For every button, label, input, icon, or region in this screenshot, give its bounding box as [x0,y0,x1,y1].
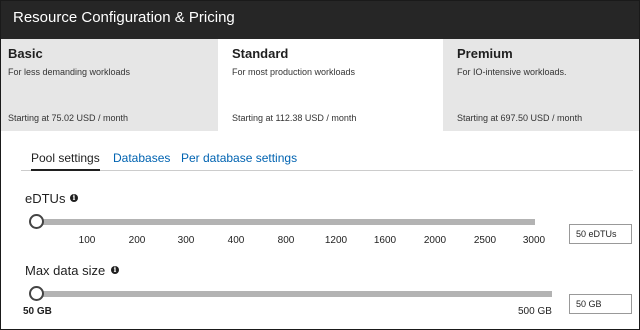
tier-name: Standard [232,46,289,61]
max-data-size-label: Max data size [25,263,106,278]
edtu-tick-label: 300 [177,235,195,246]
max-data-size-slider-thumb[interactable] [29,286,44,301]
info-icon[interactable]: i [70,194,78,202]
edtu-tick-label: 2000 [423,235,447,246]
tier-card-standard[interactable]: Standard For most production workloads S… [218,39,443,131]
tab-per-database-settings[interactable]: Per database settings [181,151,297,171]
edtu-tick-label: 2500 [473,235,497,246]
title-bar: Resource Configuration & Pricing [1,1,639,39]
edtu-tick-label: 3000 [522,235,546,246]
edtu-tick-label: 200 [128,235,146,246]
edtu-tick-label: 100 [78,235,96,246]
max-data-size-value-input[interactable]: 50 GB [569,294,632,314]
edtu-tick-label: 800 [277,235,295,246]
tier-description: For most production workloads [232,67,356,77]
edtu-value-input[interactable]: 50 eDTUs [569,224,632,244]
max-data-size-max-label: 500 GB [518,306,552,317]
tier-card-basic[interactable]: Basic For less demanding workloads Start… [1,39,218,131]
tier-price: Starting at 112.38 USD / month [232,113,357,123]
edtu-tick-label: 1600 [373,235,397,246]
edtu-tick-label: 400 [227,235,245,246]
tab-databases[interactable]: Databases [113,151,170,171]
edtu-slider-thumb[interactable] [29,214,44,229]
tier-description: For IO-intensive workloads. [457,67,567,77]
info-icon[interactable]: i [111,266,119,274]
tier-price: Starting at 697.50 USD / month [457,113,583,123]
edtu-label: eDTUs [25,191,66,206]
max-data-size-min-label: 50 GB [23,306,52,317]
tier-name: Basic [8,46,43,61]
tier-price: Starting at 75.02 USD / month [8,113,129,123]
settings-tabs: Pool settings Databases Per database set… [21,151,633,171]
dialog-title: Resource Configuration & Pricing [13,9,235,26]
max-data-size-slider-track[interactable] [37,291,552,297]
tier-name: Premium [457,46,513,61]
tier-card-premium[interactable]: Premium For IO-intensive workloads. Star… [443,39,639,131]
tab-pool-settings[interactable]: Pool settings [31,151,100,171]
edtu-tick-label: 1200 [324,235,348,246]
edtu-slider-track[interactable] [37,219,535,225]
pricing-dialog: Resource Configuration & Pricing Basic F… [0,0,640,330]
tier-description: For less demanding workloads [8,67,131,77]
